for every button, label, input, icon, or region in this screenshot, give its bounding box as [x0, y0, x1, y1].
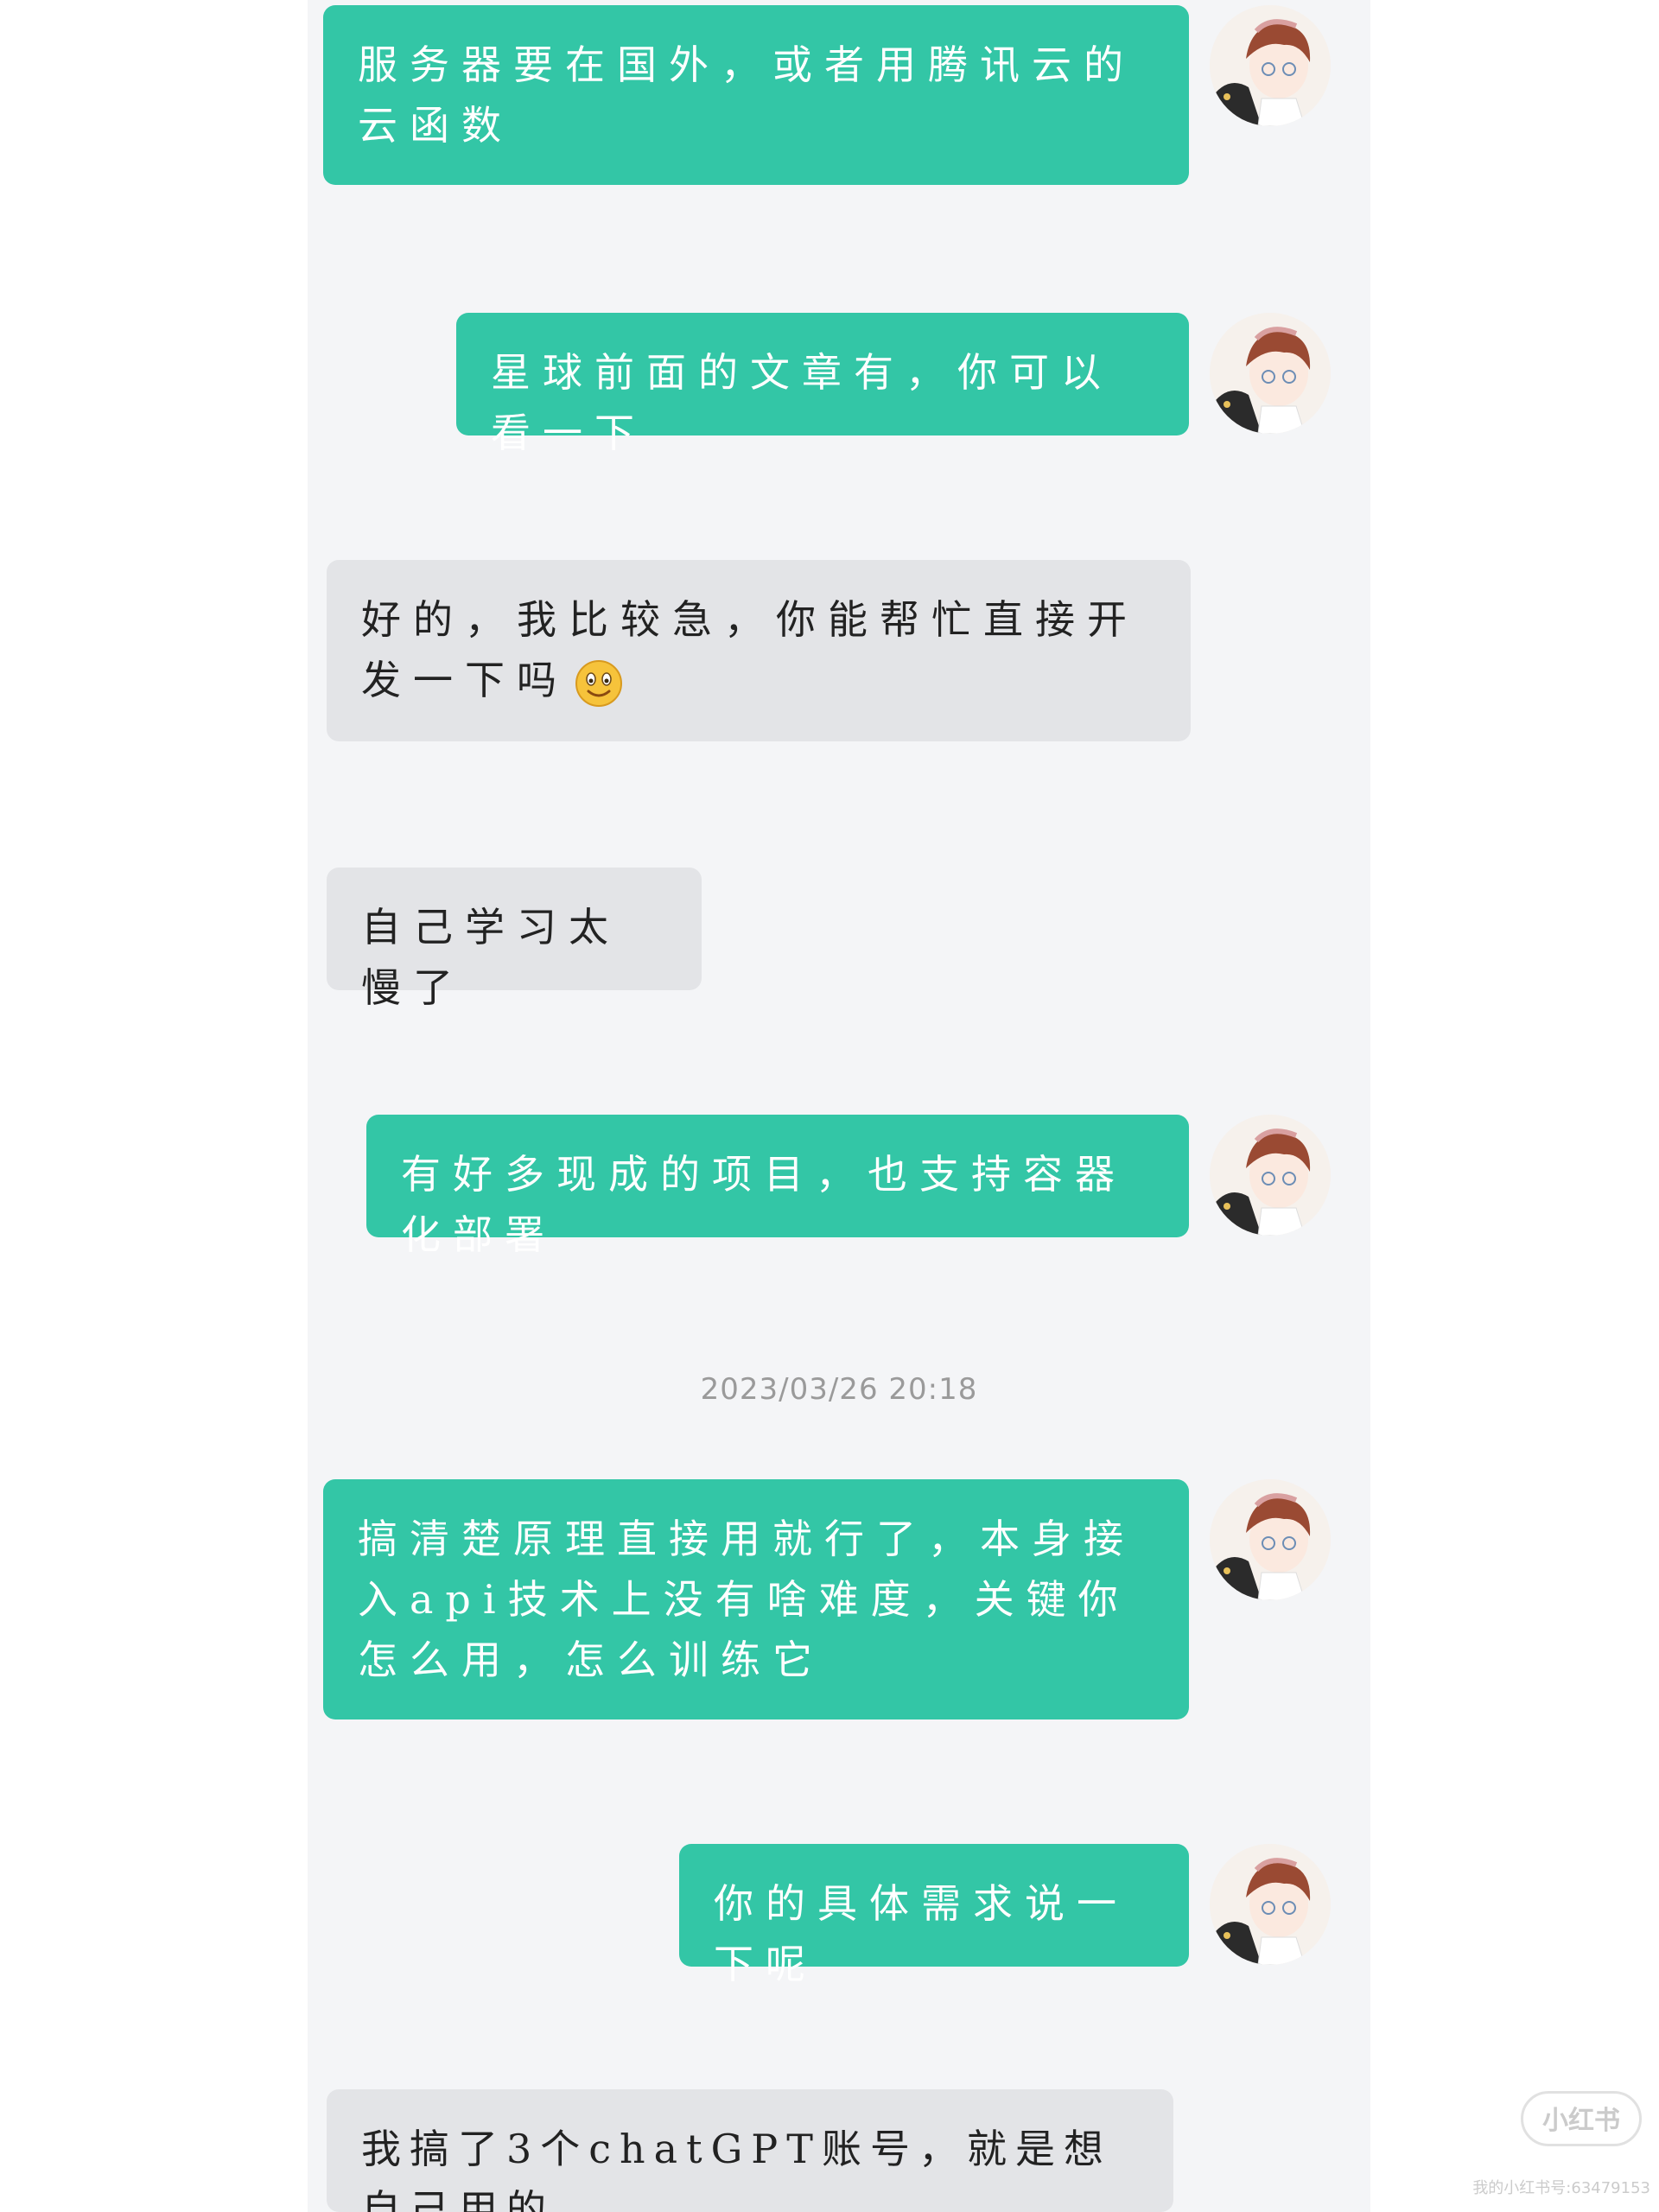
message-row-incoming: 我搞了3个chatGPT账号，就是想自己用的 [308, 2089, 1370, 2212]
message-text: 搞清楚原理直接用就行了，本身接入api技术上没有啥难度，关键你怎么用，怎么训练它 [358, 1516, 1135, 1683]
message-text: 我搞了3个chatGPT账号，就是想自己用的 [361, 2126, 1112, 2212]
message-row-outgoing: 有好多现成的项目，也支持容器化部署 [308, 1115, 1370, 1258]
message-timestamp: 2023/03/26 20:18 [700, 1372, 978, 1407]
anime-avatar-icon [1210, 313, 1331, 434]
message-bubble-outgoing[interactable]: 服务器要在国外，或者用腾讯云的云函数 [323, 5, 1189, 185]
message-row-outgoing: 服务器要在国外，或者用腾讯云的云函数 [308, 5, 1370, 187]
message-row-outgoing: 你的具体需求说一下呢 [308, 1844, 1370, 1987]
message-text: 好的，我比较急，你能帮忙直接开发一下吗 [361, 596, 1139, 703]
avatar-icon[interactable] [1210, 1844, 1331, 1965]
avatar-icon[interactable] [1210, 1115, 1331, 1236]
message-row-incoming: 好的，我比较急，你能帮忙直接开发一下吗 [308, 560, 1370, 743]
smiling-face-emoji-icon [574, 658, 624, 709]
message-bubble-incoming[interactable]: 自己学习太慢了 [327, 868, 702, 1011]
message-text: 服务器要在国外，或者用腾讯云的云函数 [358, 41, 1135, 149]
anime-avatar-icon [1210, 1115, 1331, 1236]
screenshot-page: 服务器要在国外，或者用腾讯云的云函数 星球前面的文章有，你可以看一下 好的，我比… [0, 0, 1659, 2212]
message-text: 自己学习太慢了 [361, 904, 620, 1011]
anime-avatar-icon [1210, 1479, 1331, 1600]
xiaohongshu-logo: 小红书 [1521, 2091, 1642, 2146]
message-text: 星球前面的文章有，你可以看一下 [491, 349, 1113, 456]
avatar-icon[interactable] [1210, 5, 1331, 126]
message-text: 你的具体需求说一下呢 [714, 1880, 1128, 1987]
message-bubble-outgoing[interactable]: 有好多现成的项目，也支持容器化部署 [366, 1115, 1189, 1258]
message-bubble-outgoing[interactable]: 搞清楚原理直接用就行了，本身接入api技术上没有啥难度，关键你怎么用，怎么训练它 [323, 1479, 1189, 1719]
message-bubble-incoming[interactable]: 我搞了3个chatGPT账号，就是想自己用的 [327, 2089, 1173, 2212]
avatar-icon[interactable] [1210, 313, 1331, 434]
watermark-account-id: 我的小红书号:63479153 [1472, 2179, 1650, 2197]
anime-avatar-icon [1210, 1844, 1331, 1965]
message-bubble-outgoing[interactable]: 你的具体需求说一下呢 [679, 1844, 1189, 1987]
message-bubble-outgoing[interactable]: 星球前面的文章有，你可以看一下 [456, 313, 1189, 456]
message-bubble-incoming[interactable]: 好的，我比较急，你能帮忙直接开发一下吗 [327, 560, 1191, 741]
avatar-icon[interactable] [1210, 1479, 1331, 1600]
message-row-outgoing: 星球前面的文章有，你可以看一下 [308, 313, 1370, 456]
anime-avatar-icon [1210, 5, 1331, 126]
chat-conversation[interactable]: 服务器要在国外，或者用腾讯云的云函数 星球前面的文章有，你可以看一下 好的，我比… [308, 0, 1370, 2212]
message-row-incoming: 自己学习太慢了 [308, 868, 1370, 1011]
message-text: 有好多现成的项目，也支持容器化部署 [401, 1151, 1127, 1258]
message-row-outgoing: 搞清楚原理直接用就行了，本身接入api技术上没有啥难度，关键你怎么用，怎么训练它 [308, 1479, 1370, 1721]
